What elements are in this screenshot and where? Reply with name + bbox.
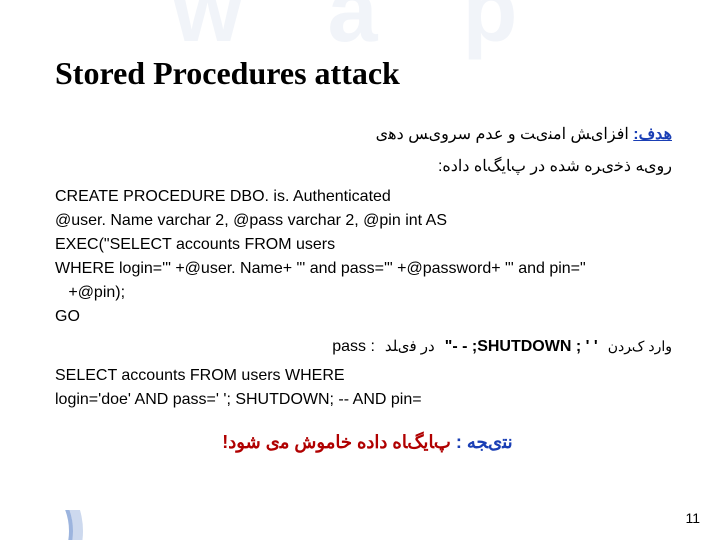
stored-proc-subline: ﺭﻭیﻪ ﺫﺧیﺮﻩ ﺷﺪﻩ ﺩﺭ پﺎیگﺎﻩ ﺩﺍﺩﻩ: <box>55 154 680 180</box>
result-line: ﻧﺘیﺠﻪ : پﺎیگﺎﻩ ﺩﺍﺩﻩ ﺧﺎﻣﻮﺵ ﻣی ﺷﻮﺩ! <box>55 432 680 453</box>
goal-text: ﺍﻓﺰﺍیﺶ ﺍﻣﻨیﺖ ﻭ ﻋﺪﻡ ﺳﺮﻭیﺲ ﺩﻫی <box>376 126 629 143</box>
inject-line: ﻭﺍﺭﺩ کﺮﺩﻥ "- - ;SHUTDOWN ; ' ' ﺩﺭ ﻓیﻠﺪ p… <box>55 337 680 356</box>
code-block-result: SELECT accounts FROM users WHERE login='… <box>55 364 680 412</box>
result-text: پﺎیگﺎﻩ ﺩﺍﺩﻩ ﺧﺎﻣﻮﺵ ﻣی ﺷﻮﺩ! <box>222 432 451 452</box>
page-number: 11 <box>685 510 700 526</box>
goal-line: ﻫﺪﻑ: ﺍﻓﺰﺍیﺶ ﺍﻣﻨیﺖ ﻭ ﻋﺪﻡ ﺳﺮﻭیﺲ ﺩﻫی <box>55 122 680 148</box>
inject-after: pass : <box>332 338 375 356</box>
code-block-proc: CREATE PROCEDURE DBO. is. Authenticated … <box>55 185 680 329</box>
inject-mid: ﺩﺭ ﻓیﻠﺪ <box>385 337 435 355</box>
slide-title: Stored Procedures attack <box>55 55 680 92</box>
result-label: ﻧﺘیﺠﻪ : <box>456 432 513 452</box>
inject-label: ﻭﺍﺭﺩ کﺮﺩﻥ <box>608 338 672 355</box>
goal-label: ﻫﺪﻑ: <box>633 126 672 143</box>
inject-payload: "- - ;SHUTDOWN ; ' ' <box>445 338 598 356</box>
corner-decoration <box>0 510 90 540</box>
slide-container: Stored Procedures attack ﻫﺪﻑ: ﺍﻓﺰﺍیﺶ ﺍﻣﻨ… <box>0 0 720 540</box>
